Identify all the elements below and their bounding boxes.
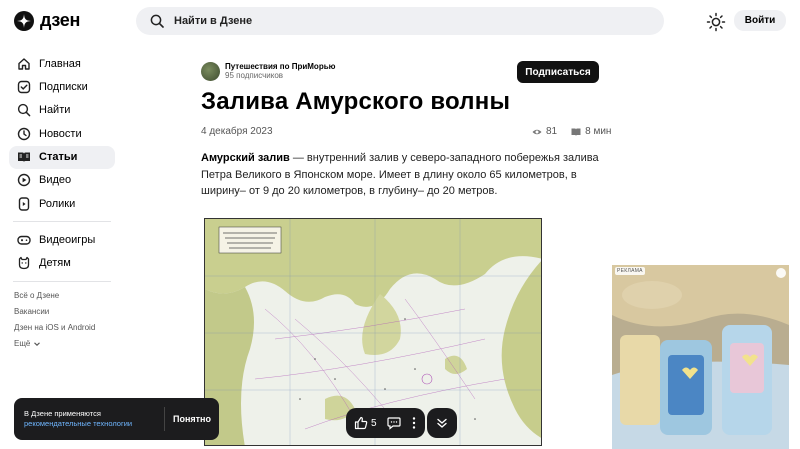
sidebar-divider [13, 280, 111, 282]
chevron-down-icon [34, 342, 41, 346]
sidebar-item-kids[interactable]: Детям [9, 252, 115, 275]
subscribe-button[interactable]: Подписаться [517, 61, 599, 83]
dzen-logo[interactable]: дзен [14, 10, 80, 31]
sidebar-item-shorts[interactable]: Ролики [9, 192, 115, 215]
video-icon [17, 174, 31, 187]
article-lead-bold: Амурский залив [201, 152, 290, 164]
action-group: 5 [346, 408, 425, 438]
footer-link-apps[interactable]: Дзен на iOS и Android [14, 320, 115, 336]
gamepad-icon [17, 235, 31, 245]
sidebar-item-label: Подписки [39, 80, 88, 93]
sidebar-item-label: Статьи [39, 151, 78, 164]
sidebar-item-label: Видеоигры [39, 233, 96, 246]
sidebar-item-label: Главная [39, 57, 81, 70]
sidebar-item-news[interactable]: Новости [9, 122, 115, 145]
subscriptions-icon [17, 80, 31, 94]
footer-more-toggle[interactable]: Ещё [14, 336, 115, 352]
likes-count: 5 [371, 417, 377, 429]
sidebar-footer: Всё о Дзене Вакансии Дзен на iOS и Andro… [9, 288, 115, 352]
search-icon [150, 14, 164, 28]
like-button[interactable]: 5 [354, 416, 377, 430]
sidebar-item-video[interactable]: Видео [9, 169, 115, 192]
channel-name[interactable]: Путешествия по ПриМорью [225, 62, 335, 71]
sidebar-divider [13, 221, 111, 223]
ad-banner[interactable]: РЕКЛАМА [612, 265, 789, 449]
sidebar-item-label: Видео [39, 174, 72, 187]
news-icon [17, 127, 31, 140]
sun-icon [706, 12, 726, 32]
notice-accept-button[interactable]: Понятно [165, 414, 219, 424]
sidebar-item-search[interactable]: Найти [9, 99, 115, 122]
ad-image [612, 265, 789, 449]
footer-more-label: Ещё [14, 339, 31, 349]
channel-avatar[interactable] [201, 62, 220, 81]
comment-icon[interactable] [386, 416, 401, 430]
sidebar-item-home[interactable]: Главная [9, 52, 115, 75]
search-input[interactable]: Найти в Дзене [174, 15, 252, 27]
more-vertical-icon[interactable] [411, 416, 417, 430]
footer-link-jobs[interactable]: Вакансии [14, 304, 115, 320]
search-icon [17, 104, 31, 117]
sidebar-item-subscriptions[interactable]: Подписки [9, 75, 115, 98]
sidebar-item-label: Новости [39, 127, 82, 140]
double-chevron-down-icon [436, 418, 447, 428]
ad-label: РЕКЛАМА [615, 267, 645, 275]
theme-toggle-button[interactable] [706, 12, 726, 32]
logo-text: дзен [40, 10, 81, 30]
scroll-down-button[interactable] [426, 408, 457, 438]
notice-text: В Дзене применяются [24, 409, 101, 418]
sidebar: Главная Подписки Найти Новости Статьи Ви… [9, 52, 115, 352]
article-lead: Амурский залив — внутренний залив у севе… [201, 150, 601, 200]
sidebar-item-label: Найти [39, 104, 71, 117]
notice-text-block: В Дзене применяются рекомендательные тех… [14, 409, 164, 429]
channel-info[interactable]: Путешествия по ПриМорью 95 подписчиков [201, 62, 335, 81]
search-bar[interactable]: Найти в Дзене [136, 7, 664, 35]
footer-link-about[interactable]: Всё о Дзене [14, 288, 115, 304]
notice-link[interactable]: рекомендательные технологии [24, 419, 164, 429]
article-title: Залива Амурского волны [201, 88, 511, 115]
sidebar-item-videogames[interactable]: Видеоигры [9, 228, 115, 251]
kids-icon [18, 257, 30, 270]
channel-subscribers: 95 подписчиков [225, 71, 284, 80]
login-button[interactable]: Войти [734, 10, 786, 31]
sidebar-item-label: Детям [39, 257, 71, 270]
articles-icon [18, 152, 30, 163]
book-icon [571, 128, 581, 136]
read-time: 8 мин [585, 126, 612, 137]
shorts-icon [18, 197, 30, 211]
sidebar-item-label: Ролики [39, 197, 76, 210]
eye-icon [532, 129, 542, 134]
article-date: 4 декабря 2023 [201, 126, 273, 137]
views-count: 81 [546, 126, 558, 137]
article-stats: 81 8 мин [532, 126, 611, 137]
dzen-logo-icon [14, 10, 34, 31]
thumbs-up-icon [354, 416, 368, 430]
floating-action-bar: 5 [346, 408, 457, 438]
recommendation-notice: В Дзене применяются рекомендательные тех… [14, 398, 219, 440]
sidebar-item-articles[interactable]: Статьи [9, 145, 115, 169]
home-icon [18, 57, 30, 70]
ad-options-icon[interactable] [776, 268, 786, 278]
